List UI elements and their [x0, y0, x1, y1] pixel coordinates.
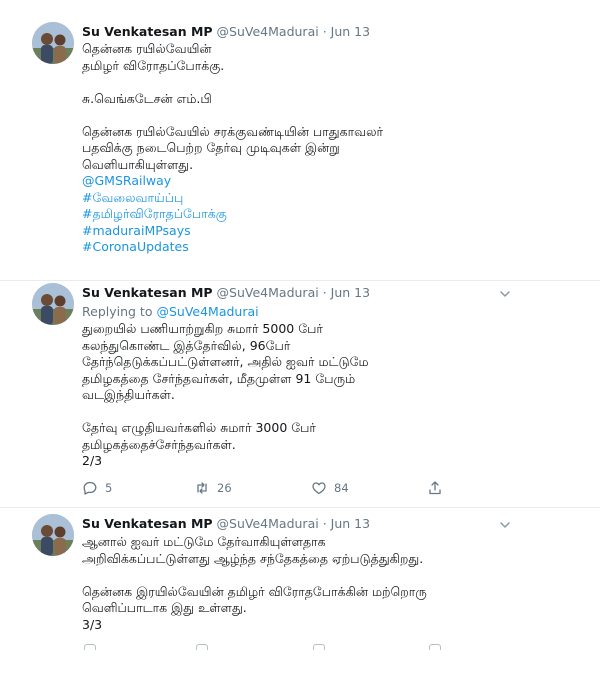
tweet-line: தமிழகத்தைச்சேர்ந்தவர்கள்.: [82, 436, 236, 452]
avatar-photo: [32, 283, 74, 325]
tweet-2[interactable]: Su Venkatesan MP @SuVe4Madurai · Jun 13 …: [0, 281, 600, 506]
tweet-date[interactable]: Jun 13: [331, 24, 370, 39]
retweet-button[interactable]: 26: [194, 479, 232, 497]
avatar[interactable]: [32, 22, 74, 64]
share-icon: [429, 644, 441, 650]
tweet-line: வெளிப்பாடாக இது உள்ளது.: [82, 600, 247, 615]
tweet-line: தேர்வு எழுதியவர்களில் சுமார் 3000 பேர்: [82, 420, 316, 435]
like-count: 84: [334, 481, 349, 495]
tweet-line: கலந்துகொண்ட இத்தேர்வில், 96பேர்: [82, 337, 291, 353]
tweet-line: தமிழகத்தை சேர்ந்தவர்கள், மீதமுள்ள 91 பேர…: [82, 370, 356, 386]
tweet-line: பதவிக்கு நடைபெற்ற தேர்வு முடிவுகள் இன்று: [82, 140, 340, 155]
hashtag-link[interactable]: #தமிழர்விரோதப்போக்கு: [82, 206, 552, 223]
hashtag-link[interactable]: #CoronaUpdates: [82, 239, 552, 256]
reply-count: 5: [105, 481, 113, 495]
avatar[interactable]: [32, 283, 74, 325]
tweet-text: துறையில் பணியாற்றுகிற சுமார் 5000 பேர் க…: [82, 321, 552, 470]
tweet-3[interactable]: Su Venkatesan MP @SuVe4Madurai · Jun 13 …: [0, 508, 600, 658]
separator: ·: [322, 516, 327, 531]
tweet-line: சு.வெங்கடேசன் எம்.பி: [82, 90, 212, 106]
thread-counter: 2/3: [82, 453, 103, 468]
reply-icon: [83, 481, 97, 495]
tweet-header: Su Venkatesan MP @SuVe4Madurai · Jun 13: [82, 516, 370, 531]
separator: ·: [322, 24, 327, 39]
tweet-line: அறிவிக்கப்பட்டுள்ளது ஆழ்ந்த சந்தேகத்தை ஏ…: [82, 550, 424, 566]
hashtag-link[interactable]: #maduraiMPsays: [82, 223, 552, 240]
tweet-date[interactable]: Jun 13: [331, 516, 370, 531]
replying-to-mention[interactable]: @SuVe4Madurai: [156, 304, 258, 319]
tweet-line: தேர்ந்தெடுக்கப்பட்டுள்ளனர், அதில் ஐவர் ம…: [82, 354, 369, 369]
tweet-line: ஆனால் ஐவர் மட்டுமே தேர்வாகியுள்ளதாக: [82, 534, 326, 549]
tweet-header: Su Venkatesan MP @SuVe4Madurai · Jun 13: [82, 24, 370, 39]
avatar[interactable]: [32, 514, 74, 556]
avatar-photo: [32, 514, 74, 556]
tweet-line: தமிழர் விரோதப்போக்கு.: [82, 57, 225, 73]
tweet-text: தென்னக ரயில்வேயின் தமிழர் விரோதப்போக்கு.…: [82, 41, 552, 256]
reply-button[interactable]: 5: [82, 479, 112, 497]
retweet-icon: [196, 644, 208, 650]
author-name[interactable]: Su Venkatesan MP: [82, 24, 213, 39]
tweet-line: வெளியாகியுள்ளது.: [82, 156, 194, 172]
tweet-line: தென்னக இரயில்வேயின் தமிழர் விரோதபோக்கின்…: [82, 583, 427, 599]
replying-to: Replying to @SuVe4Madurai: [82, 304, 259, 319]
tweet-1[interactable]: Su Venkatesan MP @SuVe4Madurai · Jun 13 …: [0, 0, 600, 280]
replying-to-label: Replying to: [82, 304, 153, 319]
author-handle[interactable]: @SuVe4Madurai: [217, 516, 319, 531]
tweet-line: தென்னக ரயில்வேயின்: [82, 41, 212, 56]
thread-counter: 3/3: [82, 616, 103, 632]
reply-icon: [84, 644, 96, 650]
avatar-photo: [32, 22, 74, 64]
tweet-text: ஆனால் ஐவர் மட்டுமே தேர்வாகியுள்ளதாக அறிவ…: [82, 534, 552, 633]
tweet-line: தென்னக ரயில்வேயில் சரக்குவண்டியின் பாதுக…: [82, 123, 383, 139]
chevron-down-icon[interactable]: [498, 518, 512, 532]
tweet-header: Su Venkatesan MP @SuVe4Madurai · Jun 13: [82, 285, 370, 300]
retweet-count: 26: [217, 481, 232, 495]
tweet-date[interactable]: Jun 13: [331, 285, 370, 300]
clipped-action-bar: [82, 644, 482, 650]
retweet-icon: [197, 482, 207, 494]
hashtag-link[interactable]: #வேலைவாய்ப்பு: [82, 190, 552, 207]
tweet-actions: 5 26 84: [82, 479, 482, 497]
heart-icon: [313, 644, 325, 650]
chevron-down-icon[interactable]: [498, 287, 512, 301]
author-handle[interactable]: @SuVe4Madurai: [217, 24, 319, 39]
tweet-line: வடஇந்தியர்கள்.: [82, 387, 175, 402]
separator: ·: [322, 285, 327, 300]
heart-icon: [312, 482, 326, 495]
share-button[interactable]: [427, 479, 443, 497]
mention-link[interactable]: @GMSRailway: [82, 173, 552, 190]
author-name[interactable]: Su Venkatesan MP: [82, 516, 213, 531]
like-button[interactable]: 84: [311, 479, 349, 497]
tweet-line: துறையில் பணியாற்றுகிற சுமார் 5000 பேர்: [82, 321, 323, 336]
share-icon: [429, 481, 441, 495]
author-name[interactable]: Su Venkatesan MP: [82, 285, 213, 300]
author-handle[interactable]: @SuVe4Madurai: [217, 285, 319, 300]
